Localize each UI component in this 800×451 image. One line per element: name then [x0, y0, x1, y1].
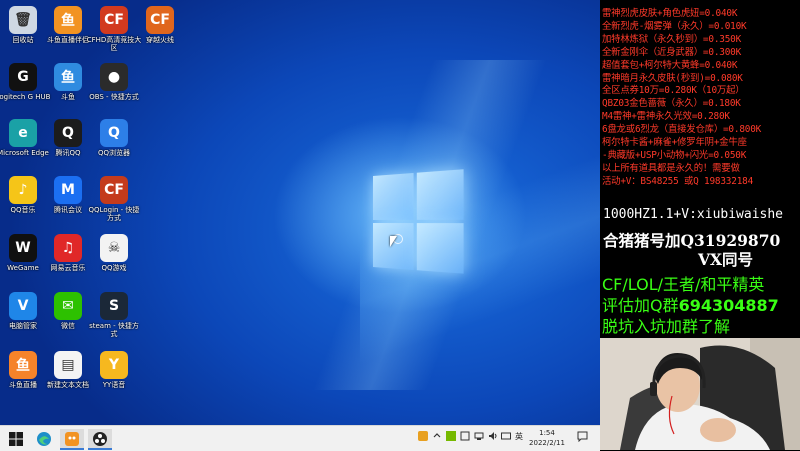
desktop-icon[interactable]: CF 穿越火线: [132, 4, 188, 60]
webcam-feed: [600, 338, 800, 450]
windows-logo-wallpaper: [373, 169, 465, 275]
text-document-icon: ▤: [54, 351, 82, 379]
taskbar-edge-button[interactable]: [32, 429, 56, 448]
logitech-ghub-icon: G: [9, 63, 37, 91]
tray-input-method-icon[interactable]: [501, 431, 511, 443]
qq-icon: Q: [54, 119, 82, 147]
price-line: 全新金刚伞（近身武器）=0.300K: [602, 46, 742, 58]
price-line: QBZ03金色蔷薇（永久）=0.180K: [602, 98, 741, 110]
douyu-companion-icon: [65, 431, 79, 446]
qq-browser-icon: Q: [100, 119, 128, 147]
obs-icon: ●: [100, 63, 128, 91]
desktop-icon-label: QQLogin - 快捷方式: [88, 206, 140, 222]
windows-start-icon: [9, 431, 23, 446]
contact-line: 1000HZ1.1+V:xiubiwaishe: [603, 207, 784, 222]
qq-game-icon: ☠: [100, 234, 128, 262]
taskbar: 英 1:54 2022/2/11: [0, 425, 600, 451]
tencent-meeting-icon: M: [54, 176, 82, 204]
pc-manager-icon: V: [9, 292, 37, 320]
desktop-icon[interactable]: CF QQLogin - 快捷方式: [86, 174, 142, 230]
tray-network-icon[interactable]: [474, 431, 484, 443]
price-line: 全区点券10万=0.280K（10万起）: [602, 85, 745, 97]
yy-voice-icon: Y: [100, 351, 128, 379]
notification-icon[interactable]: [577, 431, 588, 444]
desktop-icon-label: steam - 快捷方式: [89, 322, 139, 338]
ad-line-2: VX同号: [698, 250, 754, 269]
wegame-icon: W: [9, 234, 37, 262]
price-line: 雷神暗月永久皮肤(秒到)=0.080K: [602, 72, 743, 84]
stream-overlay-panel: 雷神烈虎皮肤+角色虎妞=0.040K 全新烈虎-烟雾弹（永久）=0.010K 加特林…: [600, 0, 800, 338]
price-line: 雷神烈虎皮肤+角色虎妞=0.040K: [602, 8, 738, 19]
taskbar-clock[interactable]: 1:54 2022/2/11: [527, 428, 567, 448]
price-line: 加特林炼狱（永久秒到）=0.350K: [602, 33, 742, 45]
price-line: 以上所有道具都是永久的！需要做: [602, 162, 740, 174]
tray-nvidia-icon[interactable]: [446, 431, 456, 443]
qqlogin-icon: CF: [100, 176, 128, 204]
desktop-icon[interactable]: ● OBS - 快捷方式: [86, 61, 142, 117]
desktop-icon[interactable]: Ssteam - 快捷方式: [86, 290, 142, 346]
tray-douyu-icon[interactable]: [418, 431, 428, 443]
price-line: -典藏版+USP小动物+闪光=0.050K: [602, 149, 747, 161]
price-line: 柯尔特卡酱+麻雀+修罗年阴+金牛座: [602, 137, 747, 148]
mouse-cursor: [390, 236, 397, 247]
wechat-icon: ✉: [54, 292, 82, 320]
desktop-icon[interactable]: ☠ QQ游戏: [86, 232, 142, 288]
desktop-icon-label: QQ浏览器: [97, 149, 131, 157]
desktop-icon-label: OBS - 快捷方式: [89, 93, 139, 101]
price-line: 全新烈虎-烟雾弹（永久）=0.010K: [602, 20, 747, 32]
douyu-companion-icon: 鱼: [54, 6, 82, 34]
taskbar-douyu-companion-button[interactable]: [60, 429, 84, 450]
desktop-icon-label: YY语音: [102, 381, 126, 389]
clock-date: 2022/2/11: [529, 439, 565, 447]
desktop-icon-label: QQ游戏: [101, 264, 127, 272]
tray-volume-icon[interactable]: [488, 431, 498, 443]
desktop-icon[interactable]: Y YY语音: [86, 349, 142, 405]
obs-icon: [93, 431, 107, 446]
price-line: M4雷神+雷神永久光效=0.280K: [602, 111, 730, 123]
streamer-video-image: [600, 338, 800, 450]
tray-chevron-up-icon[interactable]: [432, 431, 442, 443]
taskbar-obs-button[interactable]: [88, 429, 112, 450]
desktop-icon-label: 穿越火线: [146, 36, 174, 44]
desktop[interactable]: 🗑 回收站鱼斗鱼直播伴侣 CF CFHD高清竞技大区 CF 穿越火线 G Logitech G…: [0, 0, 600, 425]
green-line-3: 脱坑入坑加群了解: [602, 317, 731, 336]
ad-line-1: 合猪猪号加Q31929870: [603, 231, 781, 250]
steam-icon: S: [100, 292, 128, 320]
douyu-icon: 鱼: [54, 63, 82, 91]
tray-language-indicator[interactable]: 英: [515, 431, 523, 442]
netease-music-icon: ♫: [54, 234, 82, 262]
edge-icon: [37, 431, 51, 446]
edge-icon: e: [9, 119, 37, 147]
price-line: 活动+V：BS48255 或Q 198332184: [602, 175, 754, 187]
price-line: 超值套包+柯尔特大黄蜂=0.040K: [602, 59, 738, 71]
price-line: 6盘龙或6烈龙（直接发仓库）=0.800K: [602, 124, 762, 136]
crossfire-icon: CF: [146, 6, 174, 34]
clock-time: 1:54: [539, 429, 555, 437]
qq-music-icon: ♪: [9, 176, 37, 204]
cfhd-icon: CF: [100, 6, 128, 34]
recycle-bin-icon: 🗑: [9, 6, 37, 34]
start-button[interactable]: [4, 429, 28, 448]
desktop-icon[interactable]: Q QQ浏览器: [86, 117, 142, 173]
tray-app-icon[interactable]: [460, 431, 470, 443]
douyu-live-icon: 鱼: [9, 351, 37, 379]
